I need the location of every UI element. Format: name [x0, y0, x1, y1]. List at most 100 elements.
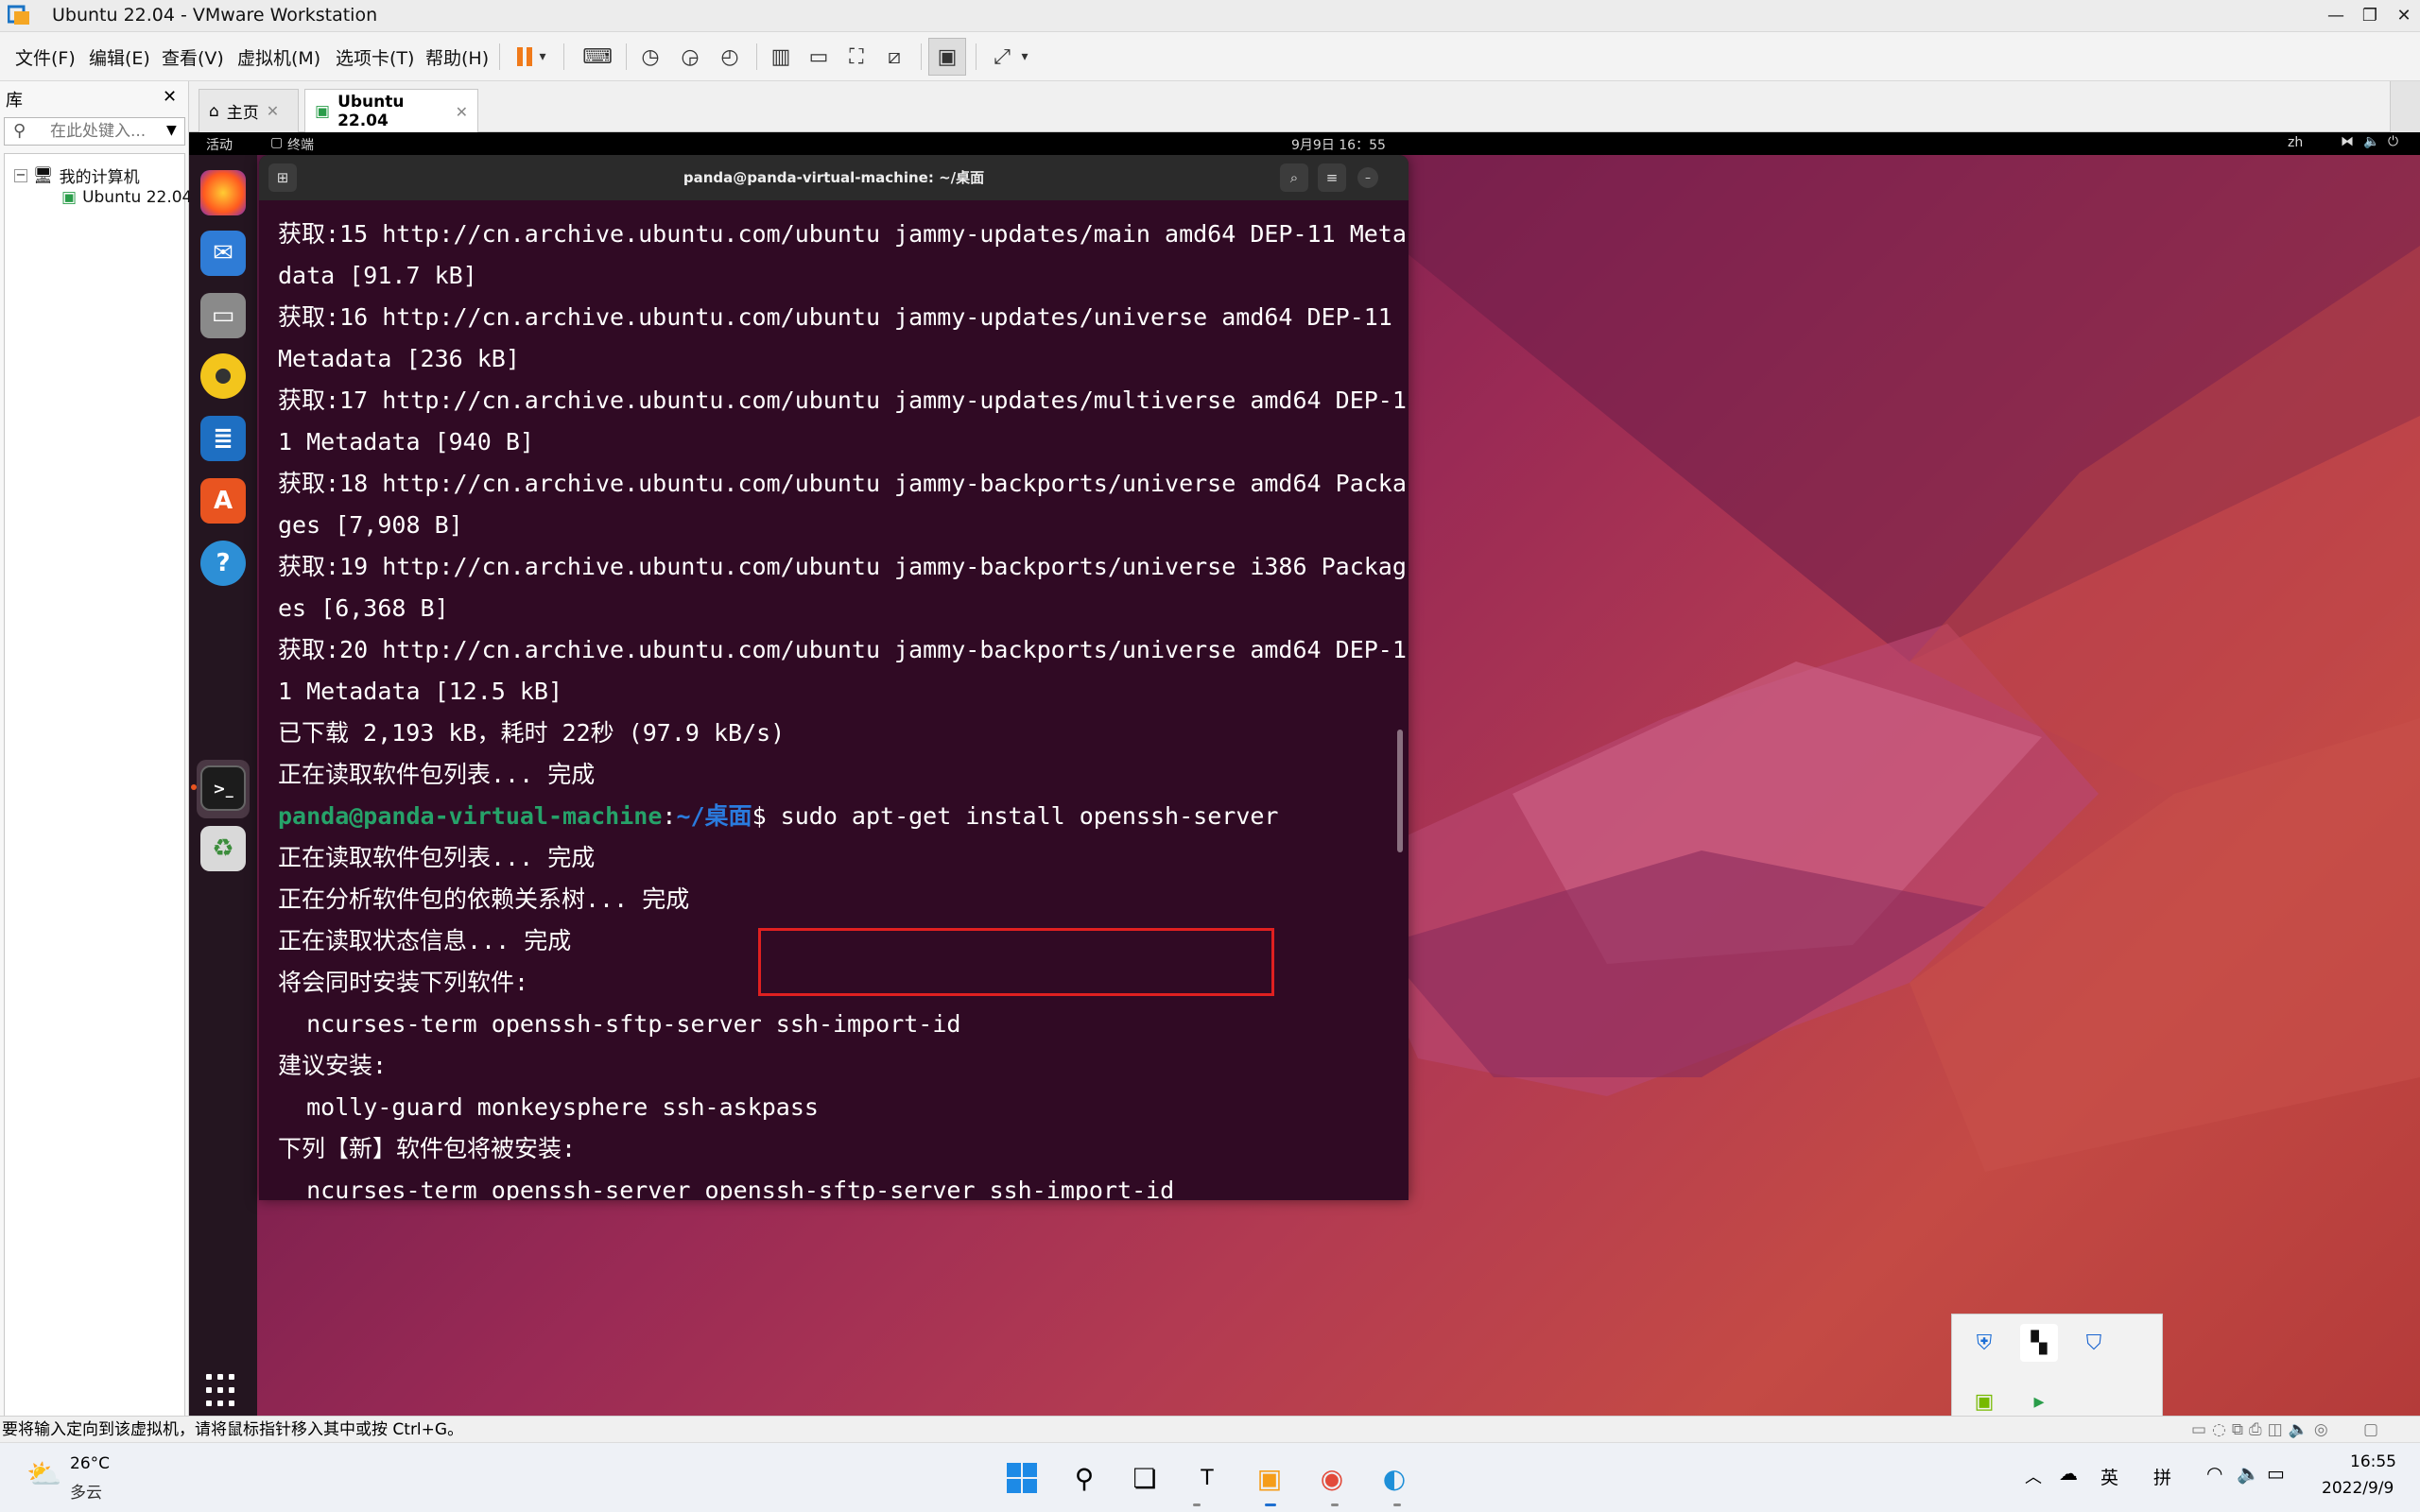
clock-date[interactable]: 2022/9/9 [2322, 1479, 2394, 1498]
typora-icon[interactable]: T [1184, 1454, 1231, 1502]
running-indicator [191, 784, 197, 790]
terminal-line: 获取:16 http://cn.archive.ubuntu.com/ubunt… [278, 303, 1392, 331]
onedrive-icon[interactable]: ☁ [2059, 1462, 2078, 1485]
show-library-icon[interactable]: ▥ [762, 38, 800, 76]
tab-ubuntu[interactable]: ▣ Ubuntu 22.04 ✕ [304, 89, 478, 133]
tab-close-icon[interactable]: ✕ [456, 103, 468, 121]
send-ctrl-alt-del-icon[interactable]: ⌨ [579, 38, 616, 76]
unity-icon[interactable]: ⧄ [875, 38, 913, 76]
tree-item-my-computer[interactable]: − 🖥 我的计算机 [14, 163, 140, 187]
tree-item-ubuntu[interactable]: ▣ Ubuntu 22.04 [61, 188, 192, 207]
trash-icon[interactable]: ♻ [200, 826, 246, 871]
running-indicator [1393, 1503, 1401, 1506]
vmware-app-icon [7, 4, 30, 26]
input-language[interactable]: zh [2288, 135, 2303, 150]
clock-time[interactable]: 16:55 [2350, 1452, 2396, 1471]
terminal-line: ncurses-term openssh-sftp-server ssh-imp… [278, 1010, 961, 1038]
security-shield-icon[interactable]: ⛨ [1965, 1324, 2003, 1362]
menu-edit[interactable]: 编辑(E) [89, 44, 150, 70]
terminal-icon[interactable]: >_ [200, 765, 246, 811]
collapse-icon[interactable]: − [14, 168, 27, 182]
edge-icon[interactable]: ◐ [1371, 1454, 1418, 1502]
speaker-icon[interactable]: 🔈 [2237, 1462, 2260, 1485]
help-icon[interactable]: ? [200, 541, 246, 586]
terminal-body[interactable]: 获取:15 http://cn.archive.ubuntu.com/ubunt… [259, 200, 1409, 1200]
rhythmbox-icon[interactable] [200, 353, 246, 399]
suspend-dropdown-icon[interactable]: ▾ [533, 38, 552, 76]
snapshot-manager-icon[interactable]: ◴ [711, 38, 749, 76]
terminal-minimize-icon[interactable]: – [1357, 167, 1378, 188]
menu-vm[interactable]: 虚拟机(M) [237, 44, 320, 70]
snapshot-icon[interactable]: ◷ [631, 38, 669, 76]
clock[interactable]: 9月9日 16：55 [1291, 135, 1386, 154]
network-icon[interactable]: ⧓ [2341, 134, 2354, 149]
terminal-line: 1 Metadata [12.5 kB] [278, 678, 563, 705]
weather-icon[interactable]: ⛅ [26, 1458, 61, 1491]
terminal-window[interactable]: ⊞ panda@panda-virtual-machine: ~/桌面 ⌕ ≡ … [259, 155, 1409, 1200]
typed-command: sudo apt-get install openssh-server [780, 802, 1279, 830]
menu-file[interactable]: 文件(F) [15, 44, 76, 70]
power-icon[interactable]: ⏻ [2388, 134, 2398, 149]
browser-app-icon[interactable]: ◉ [1308, 1454, 1356, 1502]
message-log-icon[interactable]: ▢ [2363, 1417, 2378, 1443]
close-button[interactable]: ✕ [2388, 0, 2420, 32]
library-close-icon[interactable]: ✕ [163, 87, 177, 107]
tab-close-icon[interactable]: ✕ [267, 102, 279, 120]
terminal-menu-icon[interactable]: ≡ [1318, 163, 1346, 192]
vm-scrollbar[interactable] [2390, 81, 2420, 132]
tab-home[interactable]: ⌂ 主页 ✕ [199, 89, 299, 132]
defender-icon[interactable]: ⛉ [2075, 1324, 2113, 1362]
vmware-taskbar-icon[interactable]: ▣ [1246, 1454, 1293, 1502]
app-center-icon[interactable]: A [200, 478, 246, 524]
terminal-search-icon[interactable]: ⌕ [1280, 163, 1308, 192]
libreoffice-writer-icon[interactable]: ≣ [200, 416, 246, 461]
gnome-top-bar: 活动 ▢ 终端 9月9日 16：55 zh ⧓ 🔈 ⏻ [189, 132, 2420, 155]
volume-icon[interactable]: 🔈 [2363, 134, 2379, 149]
library-search-input[interactable]: 在此处键入... [4, 117, 185, 146]
device-status-icons[interactable]: ▭◌⧉⎙◫🔈◎ [2191, 1417, 2334, 1443]
search-icon[interactable]: ⚲ [1061, 1454, 1108, 1502]
battery-icon[interactable]: ▭ [2267, 1462, 2285, 1485]
app-menu-label[interactable]: 终端 [287, 135, 314, 154]
menu-tabs[interactable]: 选项卡(T) [336, 44, 414, 70]
thumbnail-bar-icon[interactable]: ▭ [800, 38, 838, 76]
console-view-icon[interactable]: ▣ [928, 38, 966, 76]
menu-help[interactable]: 帮助(H) [425, 44, 489, 70]
ime-mode[interactable]: 拼 [2153, 1464, 2171, 1489]
ime-language[interactable]: 英 [2100, 1464, 2118, 1489]
start-button[interactable] [998, 1454, 1046, 1502]
full-screen-icon[interactable]: ⛶ [838, 38, 875, 76]
terminal-line: data [91.7 kB] [278, 262, 477, 289]
show-apps-grid-icon[interactable] [206, 1374, 240, 1408]
restore-button[interactable]: ❐ [2354, 0, 2386, 32]
tree-label: 我的计算机 [59, 168, 140, 187]
terminal-line: 正在读取软件包列表... 完成 [278, 761, 596, 788]
show-hidden-icons-icon[interactable]: ︿ [2025, 1464, 2042, 1488]
files-icon[interactable]: ▭ [200, 293, 246, 338]
active-indicator [1265, 1503, 1276, 1506]
search-dropdown-icon[interactable]: ▼ [166, 123, 177, 138]
vm-display[interactable]: 活动 ▢ 终端 9月9日 16：55 zh ⧓ 🔈 ⏻ ✉ ▭ ≣ A ? >_… [189, 132, 2420, 1416]
activities-button[interactable]: 活动 [206, 135, 233, 154]
weather-desc[interactable]: 多云 [70, 1479, 102, 1503]
vm-icon: ▣ [61, 188, 78, 207]
weather-temp[interactable]: 26°C [70, 1454, 110, 1473]
stretch-dropdown-icon[interactable]: ▾ [1015, 38, 1034, 76]
terminal-line: 正在读取软件包列表... 完成 [278, 844, 596, 871]
thunderbird-icon[interactable]: ✉ [200, 231, 246, 276]
revert-snapshot-icon[interactable]: ◶ [671, 38, 709, 76]
prompt-path: ~/桌面 [676, 802, 752, 830]
app-tray-icon[interactable]: ▚ [2020, 1324, 2058, 1362]
nvidia-icon[interactable]: ▣ [1965, 1383, 2003, 1416]
terminal-line: ges [7,908 B] [278, 511, 463, 539]
minimize-button[interactable]: — [2320, 0, 2352, 32]
firefox-icon[interactable] [200, 170, 246, 215]
tree-label: Ubuntu 22.04 [82, 188, 193, 207]
terminal-scrollbar[interactable] [1397, 730, 1403, 852]
toolbar-separator [976, 43, 977, 70]
task-view-icon[interactable]: ❏ [1121, 1454, 1168, 1502]
menu-view[interactable]: 查看(V) [162, 44, 224, 70]
status-bar: 要将输入定向到该虚拟机，请将鼠标指针移入其中或按 Ctrl+G。 ▭◌⧉⎙◫🔈◎… [0, 1416, 2420, 1442]
wifi-icon[interactable]: ◠ [2206, 1462, 2222, 1485]
vmware-tray-icon[interactable]: ▸ [2020, 1383, 2058, 1416]
